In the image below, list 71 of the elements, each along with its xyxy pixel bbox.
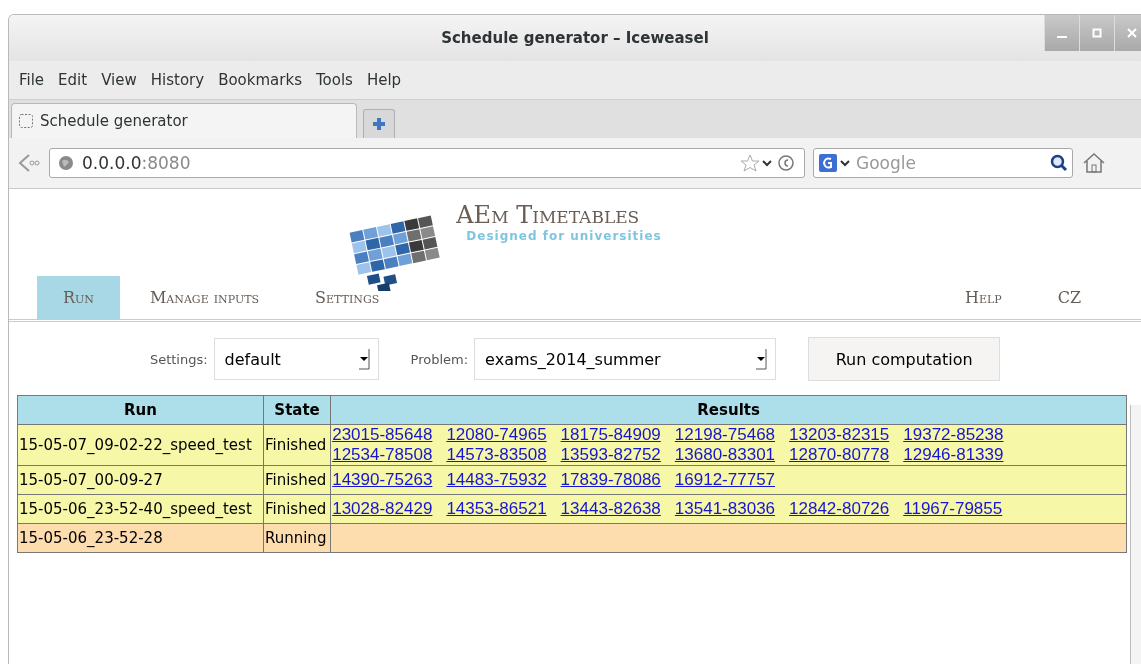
result-link[interactable]: 12842-80726 (789, 499, 890, 519)
search-icon[interactable] (1050, 154, 1068, 172)
result-link[interactable]: 13203-82315 (789, 425, 890, 445)
table-cell: Running (263, 523, 331, 553)
menu-item[interactable]: File (19, 71, 45, 89)
settings-dropdown[interactable]: default (213, 338, 379, 380)
menu-item[interactable]: Tools (315, 71, 353, 89)
problem-dropdown[interactable]: exams_2014_summer (474, 338, 777, 380)
column-header: State (263, 395, 331, 425)
result-link[interactable]: 14353-86521 (446, 499, 547, 519)
menu-item[interactable]: Bookmarks (218, 71, 302, 89)
logo-subtitle: Designed for universities (466, 229, 662, 243)
table-cell: 15-05-07_09-02-22_speed_test (17, 424, 264, 466)
nav-tab[interactable]: Run (37, 276, 120, 319)
result-link[interactable]: 14483-75932 (446, 470, 547, 490)
result-link[interactable]: 13443-82638 (560, 499, 661, 519)
result-link[interactable]: 12534-78508 (332, 445, 433, 465)
window-title: Schedule generator – Iceweasel (441, 29, 709, 47)
scrollbar[interactable] (1130, 405, 1141, 664)
new-tab-button[interactable] (363, 109, 395, 138)
result-link[interactable]: 13593-82752 (560, 445, 661, 465)
run-computation-button[interactable]: Run computation (808, 337, 1001, 381)
close-button[interactable] (1114, 15, 1141, 51)
settings-label: Settings: (149, 351, 208, 367)
menu-item[interactable]: Edit (58, 71, 88, 89)
maximize-icon (1092, 28, 1102, 38)
logo-title: AEm Timetables (456, 201, 641, 229)
nav-tab[interactable]: CZ (1031, 276, 1107, 319)
home-icon[interactable] (1081, 150, 1107, 176)
result-link[interactable]: 17839-78086 (560, 470, 661, 490)
nav-tab[interactable]: Settings (289, 276, 406, 319)
table-cell: Finished (263, 494, 331, 524)
result-link[interactable]: 12198-75468 (674, 425, 776, 445)
maximize-button[interactable] (1079, 15, 1114, 51)
address-field[interactable]: 0.0.0.0:8080 (49, 148, 805, 178)
result-link[interactable]: 14573-83508 (446, 445, 547, 465)
menu-item[interactable]: View (101, 71, 137, 89)
browser-tab[interactable]: Schedule generator (11, 103, 357, 138)
result-link[interactable]: 12946-81339 (903, 445, 1004, 465)
minimize-button[interactable] (1044, 15, 1079, 51)
result-link[interactable]: 18175-84909 (560, 425, 661, 445)
problem-label: Problem: (410, 351, 469, 367)
result-link[interactable]: 23015-85648 (332, 425, 433, 445)
table-cell: 15-05-07_00-09-27 (17, 465, 264, 495)
table-cell: Finished (263, 465, 331, 495)
globe-icon (58, 155, 74, 171)
nav-tab[interactable]: Manage inputs (123, 276, 286, 319)
nav-tab[interactable]: Help (938, 276, 1028, 319)
result-link[interactable]: 11967-79855 (903, 499, 1003, 519)
result-link[interactable]: 13028-82429 (332, 499, 433, 519)
plus-icon (371, 116, 387, 132)
result-link[interactable]: 16912-77757 (674, 470, 776, 490)
result-link[interactable]: 13680-83301 (674, 445, 776, 465)
table-cell: 15-05-06_23-52-40_speed_test (17, 494, 264, 524)
menu-item[interactable]: History (150, 71, 205, 89)
page-icon (18, 113, 34, 129)
result-link[interactable]: 13541-83036 (674, 499, 776, 519)
close-icon (1127, 28, 1137, 38)
result-link[interactable]: 12080-74965 (446, 425, 547, 445)
menu-item[interactable]: Help (366, 71, 402, 89)
dropdown-arrow-icon (357, 348, 370, 370)
table-cell: 15-05-06_23-52-28 (17, 523, 264, 553)
table-cell: Finished (263, 424, 331, 466)
result-link[interactable]: 14390-75263 (332, 470, 433, 490)
result-link[interactable]: 12870-80778 (789, 445, 890, 465)
column-header: Results (330, 395, 1127, 425)
column-header: Run (17, 395, 264, 425)
minimize-icon (1057, 36, 1067, 38)
result-link[interactable]: 19372-85238 (903, 425, 1004, 445)
dropdown-arrow-icon (755, 348, 768, 370)
search-engine-icon[interactable] (818, 153, 852, 173)
